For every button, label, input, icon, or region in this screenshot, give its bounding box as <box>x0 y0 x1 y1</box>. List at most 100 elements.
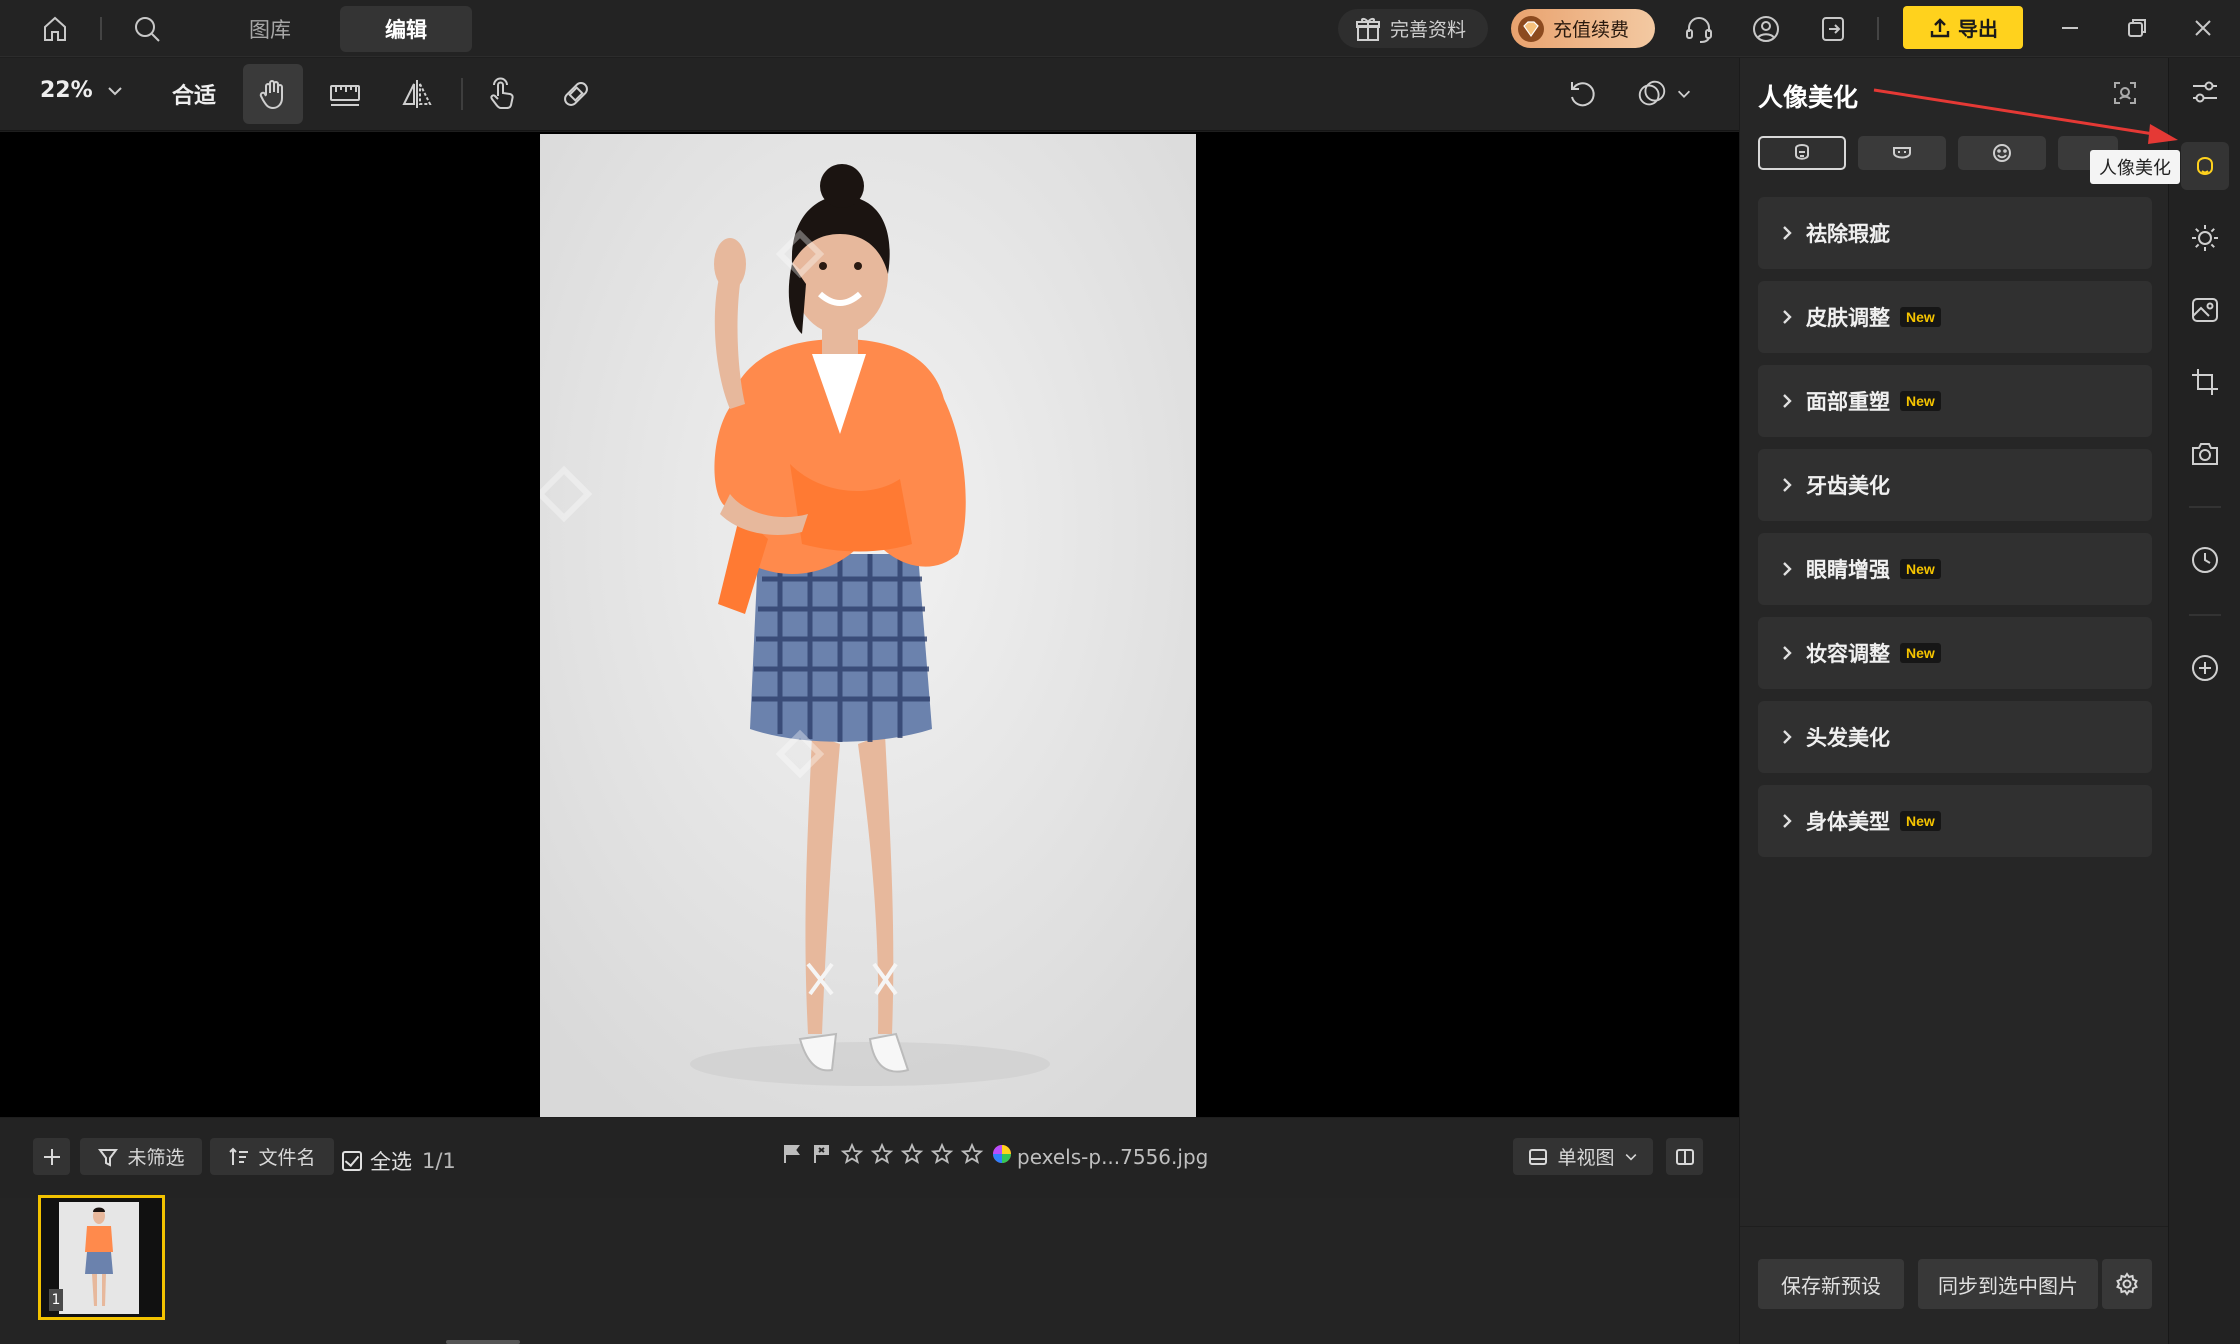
minimize-icon[interactable] <box>2050 8 2090 48</box>
section-body-shape[interactable]: 身体美型 New <box>1758 785 2152 857</box>
renew-label: 充值续费 <box>1553 19 1630 41</box>
sort-label: 文件名 <box>258 1147 316 1169</box>
reject-flag-icon[interactable] <box>810 1142 834 1166</box>
single-view-icon <box>1529 1148 1548 1165</box>
section-blemish-removal[interactable]: 祛除瑕疵 <box>1758 197 2152 269</box>
hand-tool-icon[interactable] <box>243 64 303 124</box>
photo-preview[interactable] <box>540 134 1196 1117</box>
restore-icon[interactable] <box>2117 8 2157 48</box>
tab-library[interactable]: 图库 <box>230 6 310 52</box>
complete-profile-label: 完善资料 <box>1390 19 1467 41</box>
new-badge: New <box>1900 643 1941 663</box>
section-label: 妆容调整 <box>1806 642 1890 666</box>
select-all-toggle[interactable]: 全选 1/1 <box>342 1146 456 1176</box>
touch-tool-icon[interactable] <box>472 64 532 124</box>
plus-icon <box>43 1148 60 1165</box>
compare-dropdown[interactable] <box>1624 64 1704 124</box>
tab-face-retouch[interactable] <box>1758 136 1846 170</box>
logout-icon[interactable] <box>1814 10 1852 48</box>
portrait-beauty-icon[interactable] <box>2181 142 2229 190</box>
history-icon[interactable] <box>2181 536 2229 584</box>
star-icon[interactable] <box>870 1142 894 1166</box>
divider <box>2189 614 2221 616</box>
straighten-tool-icon[interactable] <box>315 64 375 124</box>
fit-button[interactable]: 合适 <box>172 78 216 110</box>
flip-tool-icon[interactable] <box>387 64 447 124</box>
star-icon[interactable] <box>840 1142 864 1166</box>
rating-controls <box>780 1142 1020 1166</box>
new-badge: New <box>1900 307 1941 327</box>
divider <box>100 17 102 40</box>
section-label: 牙齿美化 <box>1806 474 1890 498</box>
zoom-value: 22% <box>40 78 93 103</box>
section-teeth[interactable]: 牙齿美化 <box>1758 449 2152 521</box>
filmstrip-scrollbar[interactable] <box>446 1340 520 1344</box>
headset-icon[interactable] <box>1680 10 1718 48</box>
close-icon[interactable] <box>2183 8 2223 48</box>
camera-icon[interactable] <box>2181 430 2229 478</box>
flag-icon[interactable] <box>780 1142 804 1166</box>
add-module-icon[interactable] <box>2181 644 2229 692</box>
color-label-icon[interactable] <box>990 1142 1014 1166</box>
top-bar: 图库 编辑 完善资料 充值续费 导出 <box>0 0 2240 57</box>
settings-button[interactable] <box>2102 1259 2152 1309</box>
filter-icon <box>98 1148 119 1167</box>
chevron-right-icon <box>1783 226 1792 240</box>
tab-skin[interactable] <box>1858 136 1946 170</box>
filter-label: 未筛选 <box>127 1147 185 1169</box>
section-label: 眼睛增强 <box>1806 558 1890 582</box>
mask-icon <box>1893 147 1911 159</box>
crop-icon[interactable] <box>2181 358 2229 406</box>
section-label: 身体美型 <box>1806 810 1890 834</box>
chevron-right-icon <box>1783 646 1792 660</box>
star-icon[interactable] <box>930 1142 954 1166</box>
tab-expression[interactable] <box>1958 136 2046 170</box>
renew-button[interactable]: 充值续费 <box>1511 9 1655 48</box>
star-icon[interactable] <box>900 1142 924 1166</box>
tooltip: 人像美化 <box>2090 150 2180 184</box>
undo-rotate-icon[interactable] <box>1553 64 1613 124</box>
search-icon[interactable] <box>128 10 166 48</box>
chevron-right-icon <box>1783 478 1792 492</box>
current-filename: pexels-p...7556.jpg <box>1017 1145 1209 1169</box>
bandage-tool-icon[interactable] <box>546 64 606 124</box>
chevron-right-icon <box>1783 310 1792 324</box>
select-all-checkbox[interactable] <box>342 1151 362 1171</box>
complete-profile-button[interactable]: 完善资料 <box>1338 9 1488 48</box>
filter-button[interactable]: 未筛选 <box>80 1138 202 1175</box>
export-button[interactable]: 导出 <box>1903 6 2023 49</box>
light-icon[interactable] <box>2181 214 2229 262</box>
save-preset-button[interactable]: 保存新预设 <box>1758 1259 1904 1309</box>
star-icon[interactable] <box>960 1142 984 1166</box>
select-all-label: 全选 <box>370 1150 412 1174</box>
thumbnail-image <box>59 1202 139 1314</box>
section-skin-adjust[interactable]: 皮肤调整 New <box>1758 281 2152 353</box>
home-icon[interactable] <box>36 10 74 48</box>
new-badge: New <box>1900 391 1941 411</box>
tab-edit[interactable]: 编辑 <box>340 6 472 52</box>
sync-to-selected-button[interactable]: 同步到选中图片 <box>1918 1259 2098 1309</box>
divider <box>1877 17 1879 40</box>
add-button[interactable] <box>33 1138 70 1175</box>
new-badge: New <box>1900 811 1941 831</box>
thumbnail-index: 1 <box>49 1289 63 1311</box>
section-makeup[interactable]: 妆容调整 New <box>1758 617 2152 689</box>
image-canvas[interactable] <box>0 132 1739 1117</box>
zoom-select[interactable]: 22% <box>40 78 125 103</box>
select-count: 1/1 <box>422 1149 456 1173</box>
export-label: 导出 <box>1958 17 1998 41</box>
face-detect-icon[interactable] <box>2112 80 2140 108</box>
background-icon[interactable] <box>2181 286 2229 334</box>
adjust-sliders-icon[interactable] <box>2181 68 2229 116</box>
compare-view-button[interactable] <box>1666 1138 1703 1175</box>
thumbnail[interactable]: 1 <box>38 1195 165 1320</box>
new-badge: New <box>1900 559 1941 579</box>
view-mode-dropdown[interactable]: 单视图 <box>1513 1138 1653 1175</box>
section-eye-enhance[interactable]: 眼睛增强 New <box>1758 533 2152 605</box>
section-face-reshape[interactable]: 面部重塑 New <box>1758 365 2152 437</box>
panel-footer: 保存新预设 同步到选中图片 <box>1740 1226 2169 1344</box>
user-icon[interactable] <box>1747 10 1785 48</box>
section-hair[interactable]: 头发美化 <box>1758 701 2152 773</box>
compare-icon <box>1638 80 1666 106</box>
sort-button[interactable]: 文件名 <box>210 1138 334 1175</box>
